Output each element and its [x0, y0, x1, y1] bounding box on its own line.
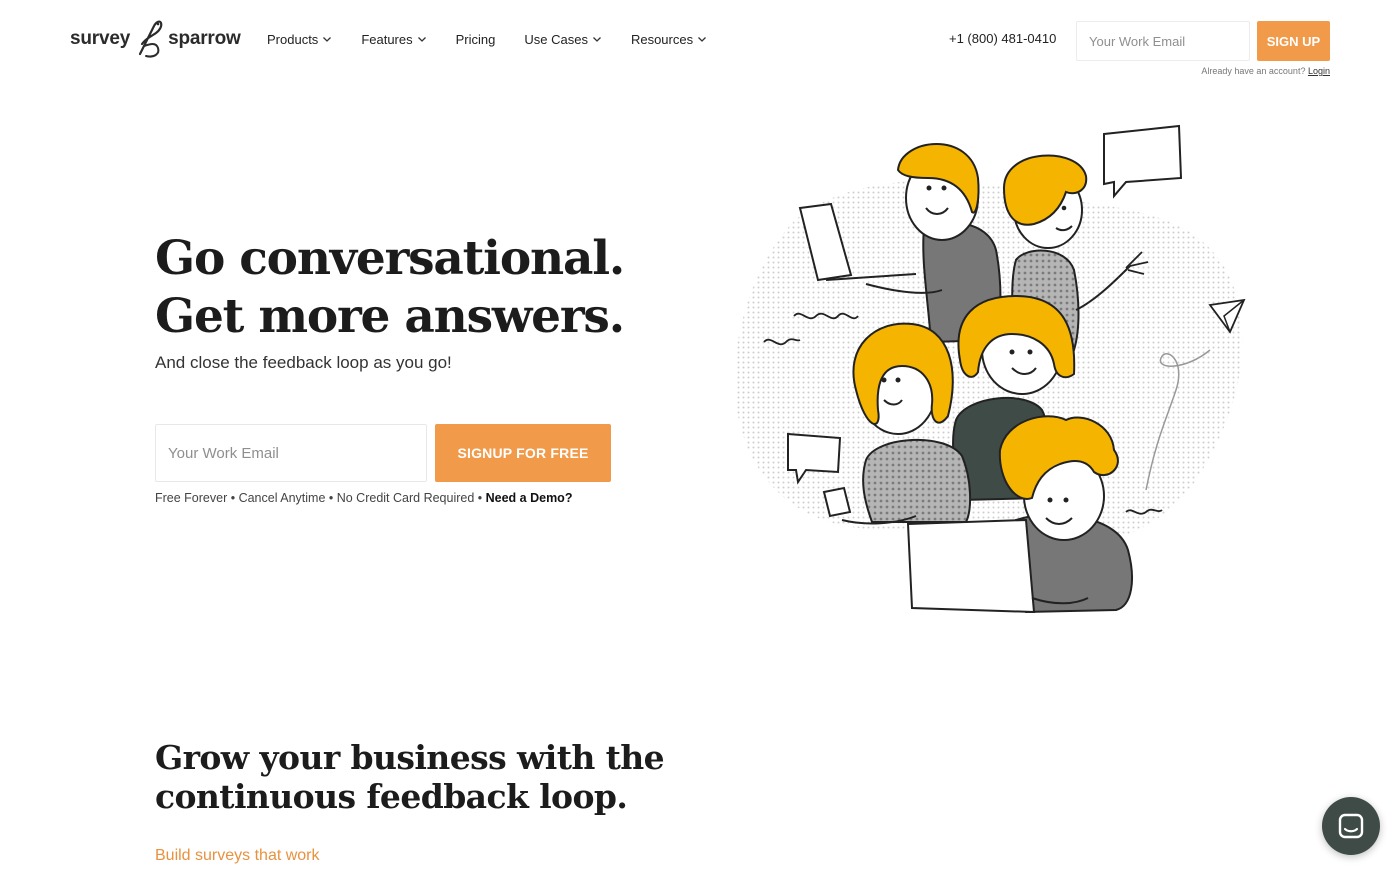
hero-title-line2: Get more answers. [155, 289, 625, 344]
chevron-down-icon [698, 37, 707, 42]
logo-text-right: sparrow [168, 28, 241, 49]
logo-text-left: survey [70, 28, 131, 49]
chat-launcher-button[interactable] [1322, 797, 1380, 855]
nav-item-features[interactable]: Features [361, 30, 426, 48]
speech-bubble-icon [1103, 124, 1183, 199]
need-demo-link[interactable]: Need a Demo? [486, 491, 573, 505]
main-nav: Products Features Pricing Use Cases Reso… [267, 30, 736, 48]
chevron-down-icon [417, 37, 426, 42]
phone-number[interactable]: +1 (800) 481-0410 [949, 31, 1056, 46]
hero-title: Go conversational. Get more answers. [155, 230, 675, 346]
login-prompt: Already have an account? Login [1201, 66, 1330, 76]
login-link[interactable]: Login [1308, 66, 1330, 76]
chevron-down-icon [323, 37, 332, 42]
hero-title-line1: Go conversational. [155, 231, 625, 286]
hero-illustration [734, 124, 1246, 614]
chat-icon [1338, 813, 1364, 839]
nav-label: Resources [630, 31, 694, 47]
nav-item-products[interactable]: Products [267, 30, 332, 48]
hero-signup-button[interactable]: SIGNUP FOR FREE [435, 424, 611, 482]
header-signup-button[interactable]: SIGN UP [1257, 21, 1330, 61]
section-title-line2: continuous feedback loop. [155, 777, 628, 816]
hero-subtitle: And close the feedback loop as you go! [155, 353, 452, 372]
logo[interactable]: survey sparrow [70, 16, 241, 62]
nav-label: Use Cases [524, 31, 588, 47]
chevron-down-icon [592, 37, 601, 42]
header-email-input[interactable] [1076, 21, 1250, 61]
build-surveys-link[interactable]: Build surveys that work [155, 847, 320, 865]
nav-item-resources[interactable]: Resources [631, 30, 707, 48]
already-have-account-text: Already have an account? [1201, 66, 1306, 76]
nav-label: Pricing [455, 31, 496, 47]
hero-notes-text: Free Forever • Cancel Anytime • No Credi… [155, 491, 486, 505]
hero-notes: Free Forever • Cancel Anytime • No Credi… [155, 491, 572, 505]
nav-item-use-cases[interactable]: Use Cases [524, 30, 602, 48]
section-title-line1: Grow your business with the [155, 738, 665, 777]
site-header: survey sparrow Products Features Pricing… [0, 0, 1400, 90]
nav-label: Products [267, 31, 319, 47]
sparrow-logo-icon [138, 20, 163, 58]
nav-item-pricing[interactable]: Pricing [456, 30, 496, 48]
hero-email-input[interactable] [155, 424, 427, 482]
section-title: Grow your business with the continuous f… [155, 738, 675, 816]
nav-label: Features [361, 31, 413, 47]
